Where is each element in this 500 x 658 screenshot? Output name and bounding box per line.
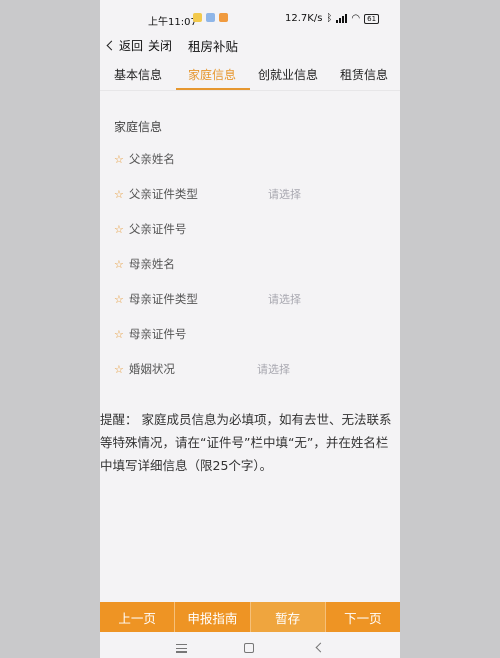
network-speed: 12.7K/s — [285, 13, 323, 24]
required-star-icon: ☆ — [114, 362, 124, 376]
divider — [100, 90, 400, 91]
app-screen: 上午11:07 12.7K/s ᛒ ◠ 61 返回 关闭 租房补贴 基本信息 家… — [100, 0, 400, 658]
nav-bar: 返回 关闭 租房补贴 — [100, 30, 400, 58]
chevron-left-icon — [106, 40, 117, 51]
notification-app-icon — [193, 13, 202, 22]
notification-app-icon — [206, 13, 215, 22]
field-mother-id-number[interactable]: ☆ 母亲证件号 — [114, 325, 384, 343]
tab-rental-info[interactable]: 租赁信息 — [340, 66, 388, 83]
field-marital-status[interactable]: ☆ 婚姻状况 请选择 — [114, 360, 384, 378]
field-father-id-type[interactable]: ☆ 父亲证件类型 请选择 — [114, 185, 384, 203]
notification-app-icon — [219, 13, 228, 22]
select-placeholder[interactable]: 请选择 — [268, 291, 301, 307]
system-nav-bar — [100, 638, 400, 658]
wifi-icon: ◠ — [351, 13, 361, 24]
field-label: 婚姻状况 — [128, 362, 175, 376]
menu-icon[interactable] — [176, 644, 187, 655]
back-icon[interactable] — [315, 642, 326, 653]
field-label: 母亲证件号 — [128, 327, 187, 341]
battery-icon: 61 — [364, 13, 380, 24]
field-mother-name[interactable]: ☆ 母亲姓名 — [114, 255, 384, 273]
status-indicators: 12.7K/s ᛒ ◠ 61 — [285, 13, 380, 24]
reminder-note: 提醒： 家庭成员信息为必填项，如有去世、无法联系等特殊情况，请在“证件号”栏中填… — [100, 412, 392, 473]
status-time: 上午11:07 — [148, 17, 197, 28]
field-label: 父亲证件号 — [128, 222, 187, 236]
select-placeholder[interactable]: 请选择 — [257, 361, 290, 377]
required-star-icon: ☆ — [114, 187, 124, 201]
next-page-button[interactable]: 下一页 — [325, 602, 400, 632]
section-title: 家庭信息 — [114, 120, 163, 134]
field-label: 父亲姓名 — [128, 152, 175, 166]
field-label: 母亲姓名 — [128, 257, 175, 271]
bluetooth-icon: ᛒ — [326, 13, 333, 24]
select-placeholder[interactable]: 请选择 — [268, 186, 301, 202]
tab-basic-info[interactable]: 基本信息 — [114, 66, 162, 83]
field-label: 父亲证件类型 — [128, 187, 198, 201]
required-star-icon: ☆ — [114, 292, 124, 306]
tab-family-info[interactable]: 家庭信息 — [188, 66, 236, 83]
action-bar: 上一页 申报指南 暂存 下一页 — [100, 602, 400, 632]
required-star-icon: ☆ — [114, 152, 124, 166]
field-label: 母亲证件类型 — [128, 292, 198, 306]
status-app-icons — [193, 13, 228, 22]
required-star-icon: ☆ — [114, 222, 124, 236]
field-mother-id-type[interactable]: ☆ 母亲证件类型 请选择 — [114, 290, 384, 308]
prev-page-button[interactable]: 上一页 — [100, 602, 176, 632]
guide-button[interactable]: 申报指南 — [175, 602, 251, 632]
close-button[interactable]: 关闭 — [148, 37, 172, 54]
back-label: 返回 — [119, 39, 144, 53]
signal-icon — [336, 14, 348, 23]
tab-employment-info[interactable]: 创就业信息 — [258, 66, 318, 83]
tab-bar: 基本信息 家庭信息 创就业信息 租赁信息 — [100, 60, 400, 90]
required-star-icon: ☆ — [114, 257, 124, 271]
page-title: 租房补贴 — [188, 39, 239, 54]
back-button[interactable]: 返回 — [106, 37, 144, 54]
field-father-id-number[interactable]: ☆ 父亲证件号 — [114, 220, 384, 238]
save-draft-button[interactable]: 暂存 — [250, 602, 326, 632]
required-star-icon: ☆ — [114, 327, 124, 341]
field-father-name[interactable]: ☆ 父亲姓名 — [114, 150, 384, 168]
home-icon[interactable] — [244, 643, 254, 653]
